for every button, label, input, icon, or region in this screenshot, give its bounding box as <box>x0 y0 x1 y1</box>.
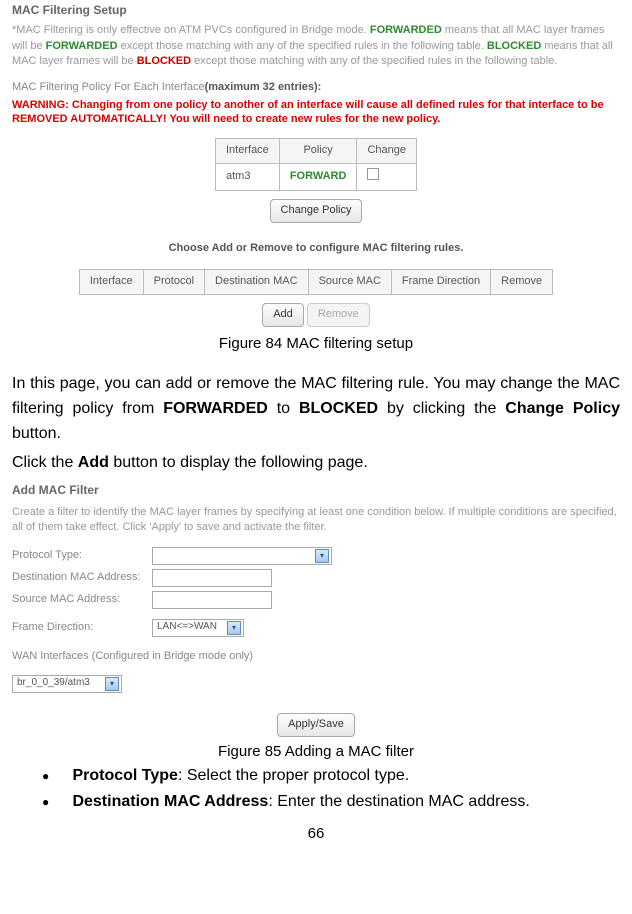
row-src-mac: Source MAC Address: <box>12 591 620 609</box>
cell-change <box>357 164 417 191</box>
chevron-down-icon: ▾ <box>315 549 329 563</box>
choose-add-remove-text: Choose Add or Remove to configure MAC fi… <box>12 241 620 257</box>
src-mac-input[interactable] <box>152 591 272 609</box>
cell-policy: FORWARD <box>279 164 357 191</box>
body-paragraph-2: Click the Add button to display the foll… <box>12 451 620 476</box>
col-remove: Remove <box>491 269 553 294</box>
col-source-mac: Source MAC <box>308 269 391 294</box>
text: except those matching with any of the sp… <box>194 55 557 67</box>
label-dest-mac: Destination MAC Address: <box>12 570 152 586</box>
fig84-description: *MAC Filtering is only effective on ATM … <box>12 23 620 69</box>
row-frame-direction: Frame Direction: LAN<=>WAN ▾ <box>12 619 620 637</box>
fig84-heading: MAC Filtering Setup <box>12 2 620 19</box>
list-item: Destination MAC Address: Enter the desti… <box>42 790 620 813</box>
page-number: 66 <box>12 823 620 845</box>
text-change-policy: Change Policy <box>505 400 620 417</box>
text-blocked: BLOCKED <box>487 40 541 52</box>
policy-line: MAC Filtering Policy For Each Interface(… <box>12 80 620 96</box>
cell-interface: atm3 <box>216 164 280 191</box>
dest-mac-input[interactable] <box>152 569 272 587</box>
text: button to display the following page. <box>113 454 367 471</box>
figure-85-add-mac-filter: Add MAC Filter Create a filter to identi… <box>12 482 620 737</box>
change-policy-button[interactable]: Change Policy <box>270 199 363 223</box>
text: button. <box>12 425 61 442</box>
policy-warning: WARNING: Changing from one policy to ano… <box>12 98 620 127</box>
figure-84-caption: Figure 84 MAC filtering setup <box>12 333 620 355</box>
text: Click the <box>12 454 78 471</box>
fig85-description: Create a filter to identify the MAC laye… <box>12 505 620 535</box>
protocol-type-select[interactable]: ▾ <box>152 547 332 565</box>
change-policy-wrap: Change Policy <box>12 199 620 223</box>
add-button[interactable]: Add <box>262 303 304 327</box>
row-bridge-interface: br_0_0_39/atm3 ▾ <box>12 675 620 693</box>
text-blocked: BLOCKED <box>137 55 191 67</box>
bullet-dest-mac-text: : Enter the destination MAC address. <box>268 793 529 810</box>
table-row: atm3 FORWARD <box>216 164 417 191</box>
text-forwarded: FORWARDED <box>163 400 268 417</box>
bullet-dest-mac-label: Destination MAC Address <box>72 793 268 810</box>
figure-85-caption: Figure 85 Adding a MAC filter <box>12 741 620 763</box>
row-protocol-type: Protocol Type: ▾ <box>12 547 620 565</box>
frame-direction-select[interactable]: LAN<=>WAN ▾ <box>152 619 244 637</box>
fig85-heading: Add MAC Filter <box>12 482 620 499</box>
remove-button[interactable]: Remove <box>307 303 370 327</box>
text: by clicking the <box>387 400 505 417</box>
text-blocked: BLOCKED <box>299 400 378 417</box>
figure-84-mac-filtering-setup: MAC Filtering Setup *MAC Filtering is on… <box>12 2 620 327</box>
body-paragraph-1: In this page, you can add or remove the … <box>12 372 620 446</box>
col-policy: Policy <box>279 139 357 164</box>
text: except those matching with any of the sp… <box>121 40 487 52</box>
table-header-row: Interface Policy Change <box>216 139 417 164</box>
mac-rules-table: Interface Protocol Destination MAC Sourc… <box>79 269 553 295</box>
table-header-row: Interface Protocol Destination MAC Sourc… <box>79 269 552 294</box>
col-dest-mac: Destination MAC <box>205 269 309 294</box>
wan-interfaces-label: WAN Interfaces (Configured in Bridge mod… <box>12 649 620 665</box>
change-checkbox[interactable] <box>367 168 379 180</box>
bridge-interface-value: br_0_0_39/atm3 <box>17 676 90 691</box>
chevron-down-icon: ▾ <box>105 677 119 691</box>
label-src-mac: Source MAC Address: <box>12 592 152 608</box>
chevron-down-icon: ▾ <box>227 621 241 635</box>
label-frame-direction: Frame Direction: <box>12 620 152 636</box>
bullet-protocol-type-label: Protocol Type <box>72 767 178 784</box>
frame-direction-value: LAN<=>WAN <box>157 620 217 635</box>
apply-save-wrap: Apply/Save <box>12 713 620 737</box>
col-interface: Interface <box>216 139 280 164</box>
text: WAN Interfaces (Configured in Bridge mod… <box>12 649 253 665</box>
text-add: Add <box>78 454 109 471</box>
text-forwarded: FORWARDED <box>46 40 118 52</box>
label-protocol-type: Protocol Type: <box>12 548 152 564</box>
text-forwarded: FORWARDED <box>370 24 442 36</box>
interface-policy-table: Interface Policy Change atm3 FORWARD <box>215 138 417 191</box>
bridge-interface-select[interactable]: br_0_0_39/atm3 ▾ <box>12 675 122 693</box>
bullet-list: Protocol Type: Select the proper protoco… <box>42 764 620 812</box>
text: MAC Filtering Policy For Each Interface <box>12 81 205 93</box>
bullet-protocol-type-text: : Select the proper protocol type. <box>178 767 409 784</box>
col-protocol: Protocol <box>143 269 204 294</box>
apply-save-button[interactable]: Apply/Save <box>277 713 355 737</box>
list-item: Protocol Type: Select the proper protoco… <box>42 764 620 787</box>
text: *MAC Filtering is only effective on ATM … <box>12 24 370 36</box>
text: (maximum 32 entries): <box>205 81 322 93</box>
col-interface: Interface <box>79 269 143 294</box>
row-dest-mac: Destination MAC Address: <box>12 569 620 587</box>
text: to <box>277 400 299 417</box>
add-remove-wrap: Add Remove <box>12 303 620 327</box>
col-change: Change <box>357 139 417 164</box>
col-frame-direction: Frame Direction <box>391 269 490 294</box>
